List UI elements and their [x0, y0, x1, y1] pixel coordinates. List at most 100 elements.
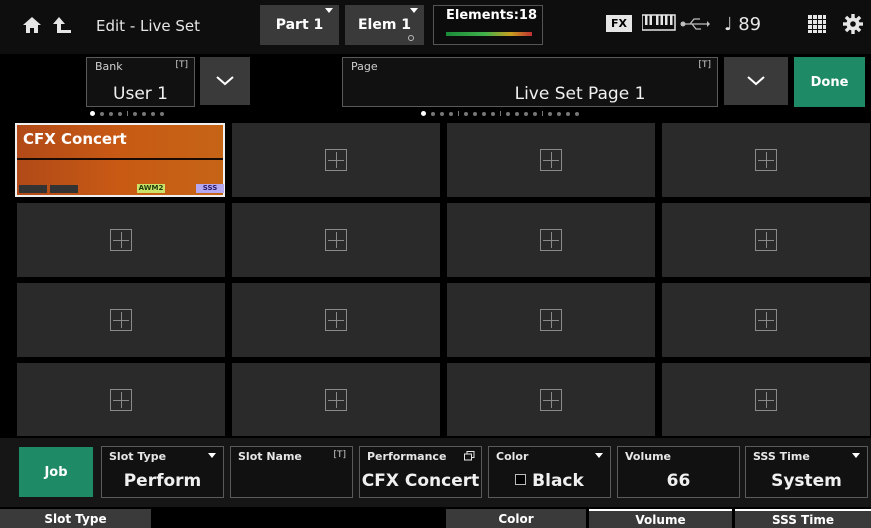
elements-count: Elements:18 [446, 8, 538, 23]
add-slot-icon [110, 309, 132, 331]
empty-slot[interactable] [232, 283, 440, 357]
slot-type-label: Slot Type [109, 450, 167, 463]
screen-title: Edit - Live Set [96, 17, 201, 35]
dropdown-triangle-icon [595, 453, 603, 458]
color-field[interactable]: Color Black [488, 446, 611, 498]
empty-slot[interactable] [662, 283, 870, 357]
tempo-display[interactable]: ♩ 89 [724, 14, 761, 35]
element-select-button[interactable]: Elem 1 [345, 5, 424, 45]
add-slot-icon [755, 149, 777, 171]
color-value: Black [532, 471, 584, 491]
page-value: Live Set Page 1 [514, 84, 646, 104]
bank-label: Bank [95, 60, 123, 73]
awm2-badge: AWM2 [137, 184, 165, 193]
slot-divider [17, 158, 223, 160]
slot-name-field[interactable]: Slot Name [T] [230, 446, 353, 498]
add-slot-icon [755, 229, 777, 251]
gear-icon[interactable] [843, 14, 863, 34]
add-slot-icon [755, 388, 777, 411]
empty-slot[interactable] [662, 363, 870, 436]
footer-tab-sss-time[interactable]: SSS Time [735, 509, 871, 528]
footer-tab-volume[interactable]: Volume [589, 509, 732, 528]
empty-slot[interactable] [232, 363, 440, 436]
elements-level-bar [446, 32, 532, 36]
empty-slot[interactable] [17, 283, 225, 357]
add-slot-icon [110, 388, 132, 411]
empty-slot[interactable] [447, 123, 655, 197]
add-slot-icon [540, 309, 562, 331]
part-select-button[interactable]: Part 1 [260, 5, 339, 45]
sss-time-value: System [771, 471, 842, 491]
volume-value: 66 [666, 471, 691, 491]
color-label: Color [496, 450, 529, 463]
page-text-tag: [T] [698, 60, 711, 70]
dropdown-triangle-icon [852, 453, 860, 458]
add-slot-icon [110, 229, 132, 251]
elem-label: Elem 1 [357, 17, 412, 33]
add-slot-icon [755, 309, 777, 331]
bank-value: User 1 [113, 84, 168, 104]
elements-meter: Elements:18 [433, 5, 543, 45]
open-window-icon [464, 451, 475, 461]
performance-label: Performance [367, 450, 447, 463]
home-icon[interactable] [22, 16, 42, 34]
slot-name-text: CFX Concert [23, 130, 127, 148]
empty-slot[interactable] [232, 123, 440, 197]
add-slot-icon [540, 388, 562, 411]
performance-field[interactable]: Performance CFX Concert [359, 446, 482, 498]
page-label: Page [351, 60, 378, 73]
empty-slot[interactable] [447, 203, 655, 277]
add-slot-icon [325, 388, 347, 411]
empty-slot[interactable] [17, 203, 225, 277]
slot-type-field[interactable]: Slot Type Perform [101, 446, 224, 498]
slot-name-label: Slot Name [238, 450, 302, 463]
sss-time-field[interactable]: SSS Time System [745, 446, 868, 498]
add-slot-icon [540, 149, 562, 171]
empty-slot[interactable] [17, 363, 225, 436]
back-up-icon[interactable] [52, 15, 72, 35]
empty-slot[interactable] [662, 123, 870, 197]
live-set-slot-1[interactable]: CFX Concert AWM2 SSS [15, 123, 225, 197]
slot-type-value: Perform [123, 471, 202, 491]
slot-part-indicators [19, 185, 78, 193]
job-button[interactable]: Job [19, 447, 93, 497]
usb-icon [680, 18, 710, 30]
sss-badge: SSS [196, 184, 224, 193]
add-slot-icon [325, 229, 347, 251]
volume-label: Volume [625, 450, 671, 463]
empty-slot[interactable] [232, 203, 440, 277]
add-slot-icon [325, 309, 347, 331]
add-slot-icon [325, 149, 347, 171]
volume-field[interactable]: Volume 66 [617, 446, 740, 498]
add-slot-icon [540, 229, 562, 251]
page-dropdown-button[interactable] [724, 57, 788, 105]
keyboard-icon[interactable] [642, 14, 676, 32]
page-field[interactable]: Page [T] Live Set Page 1 [342, 57, 718, 107]
performance-value: CFX Concert [361, 471, 480, 491]
bank-dropdown-button[interactable] [200, 57, 250, 105]
page-indicator [421, 111, 579, 116]
slot-name-text-tag: [T] [333, 450, 346, 460]
dropdown-triangle-icon [208, 453, 216, 458]
done-button[interactable]: Done [794, 57, 865, 107]
empty-slot[interactable] [447, 363, 655, 436]
footer-tab-slot-type[interactable]: Slot Type [0, 509, 151, 528]
dropdown-triangle-icon [325, 8, 333, 13]
color-swatch [515, 474, 527, 485]
fx-icon[interactable]: FX [606, 15, 632, 32]
color-value-wrap: Black [489, 471, 610, 491]
footer-tab-color[interactable]: Color [446, 509, 586, 528]
top-bar: Edit - Live Set Part 1 Elem 1 Elements:1… [0, 0, 871, 54]
bank-text-tag: [T] [175, 60, 188, 70]
dropdown-triangle-icon [410, 8, 418, 13]
bank-field[interactable]: Bank [T] User 1 [86, 57, 195, 107]
part-label: Part 1 [275, 17, 324, 33]
sss-time-label: SSS Time [753, 450, 810, 463]
chevron-down-icon [216, 76, 234, 86]
element-indicator-icon [408, 35, 414, 41]
empty-slot[interactable] [662, 203, 870, 277]
chevron-down-icon [747, 76, 765, 86]
grid-menu-icon[interactable] [808, 15, 826, 33]
bank-page-indicator [90, 111, 164, 116]
empty-slot[interactable] [447, 283, 655, 357]
